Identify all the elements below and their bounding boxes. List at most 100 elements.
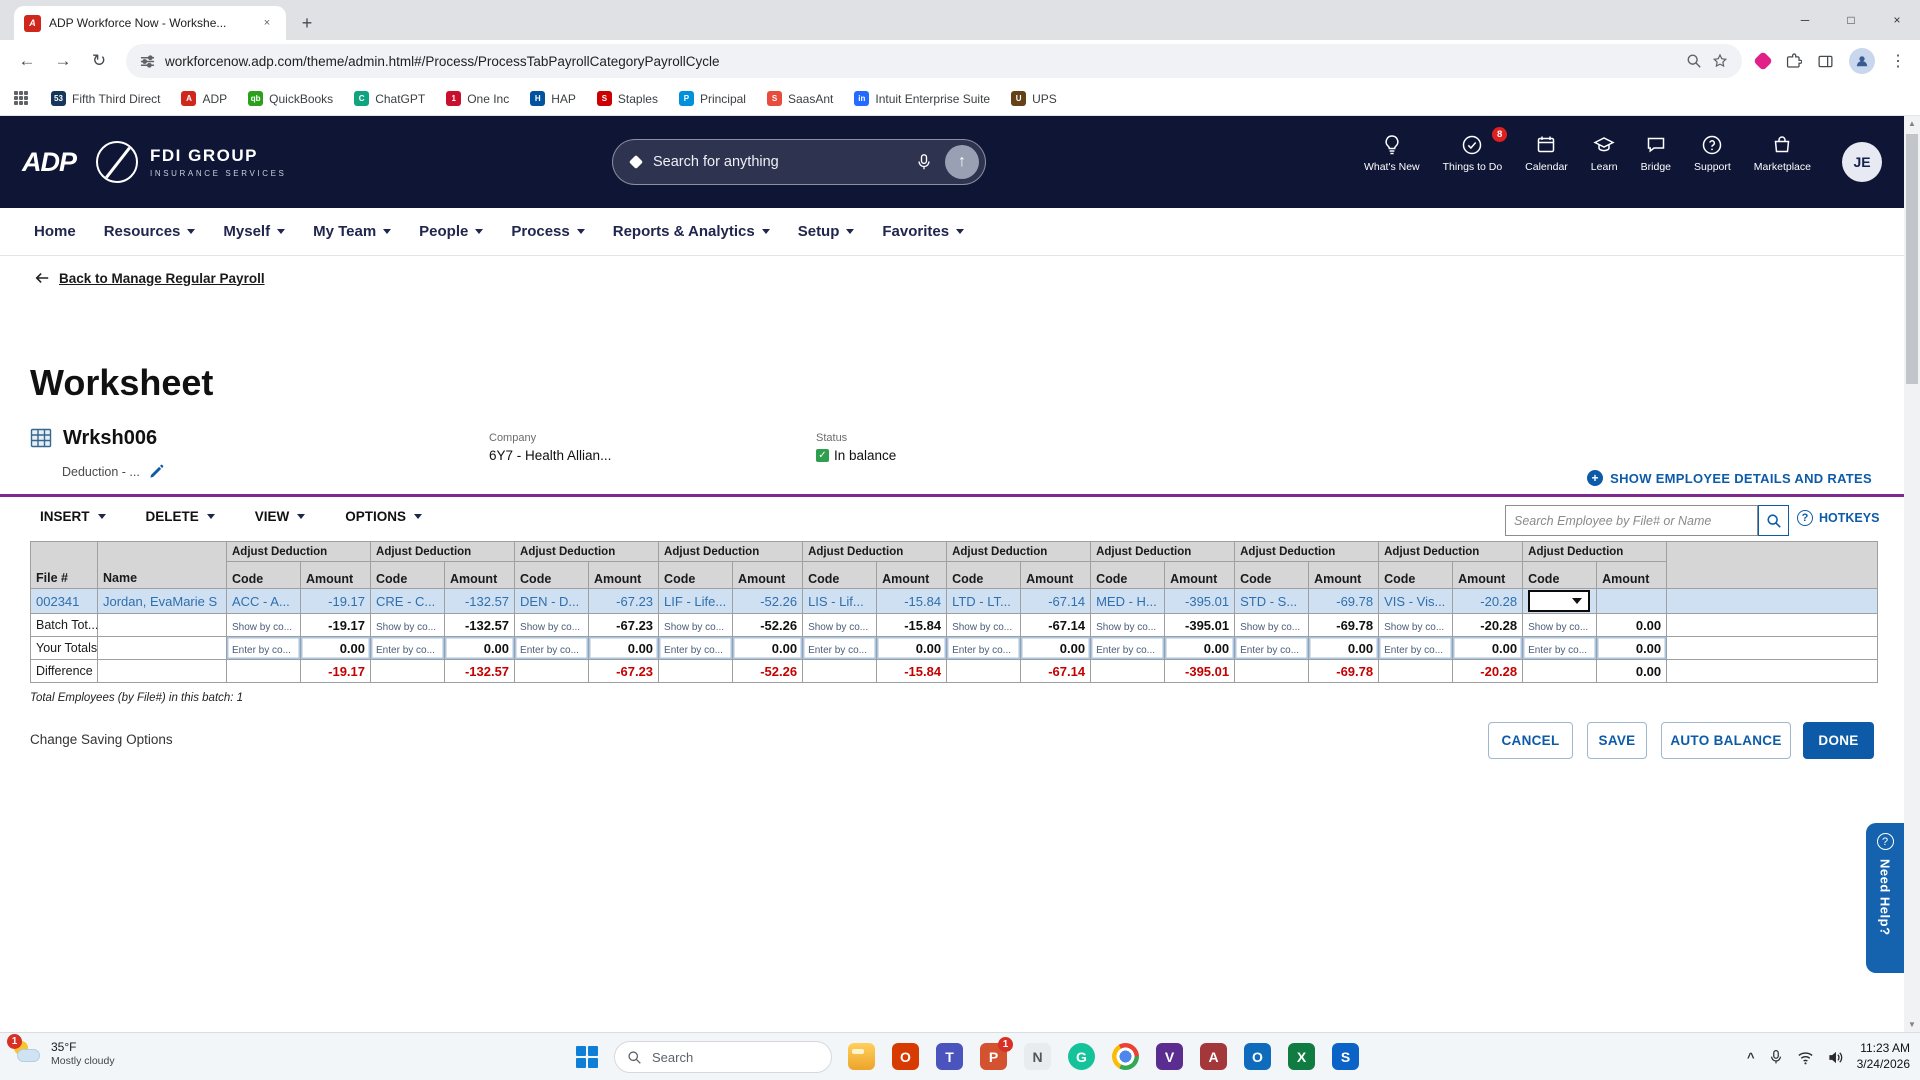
employee-row[interactable]: 002341 Jordan, EvaMarie S ACC - A... -19.17… xyxy=(30,588,1878,614)
deduction-code-cell[interactable]: ACC - A... xyxy=(226,588,301,614)
deduction-amount-cell[interactable]: -132.57 xyxy=(444,588,516,614)
enter-by-code-link[interactable]: Enter by co... xyxy=(520,645,579,656)
browser-menu-icon[interactable]: ⋮ xyxy=(1890,51,1906,71)
done-button[interactable]: DONE xyxy=(1803,722,1874,759)
window-close-button[interactable]: × xyxy=(1874,0,1920,40)
microphone-icon[interactable] xyxy=(915,153,933,171)
learn-button[interactable]: Learn xyxy=(1587,134,1622,173)
url-text[interactable]: workforcenow.adp.com/theme/admin.html#/P… xyxy=(165,54,1676,69)
enter-by-code-cell[interactable]: Enter by co... xyxy=(1522,636,1598,660)
bridge-button[interactable]: Bridge xyxy=(1637,134,1675,173)
new-tab-button[interactable]: + xyxy=(292,8,322,38)
taskbar-app-outlook[interactable]: O xyxy=(1244,1043,1271,1070)
tray-expand-icon[interactable]: ^ xyxy=(1747,1050,1755,1065)
show-by-code-link[interactable]: Show by co... xyxy=(952,622,1012,633)
volume-icon[interactable] xyxy=(1827,1049,1844,1066)
calendar-button[interactable]: Calendar xyxy=(1521,134,1572,173)
scroll-down-arrow[interactable]: ▼ xyxy=(1904,1020,1920,1029)
deduction-code-cell[interactable]: STD - S... xyxy=(1234,588,1310,614)
wifi-icon[interactable] xyxy=(1797,1049,1814,1066)
back-to-payroll-link[interactable]: Back to Manage Regular Payroll xyxy=(34,270,265,286)
taskbar-app-grammarly[interactable]: G xyxy=(1068,1043,1095,1070)
nav-item-setup[interactable]: Setup xyxy=(784,223,869,240)
show-by-code-link[interactable]: Show by co... xyxy=(808,622,868,633)
your-total-amount-input[interactable]: 0.00 xyxy=(1452,636,1524,660)
bookmark-item[interactable]: in Intuit Enterprise Suite xyxy=(854,91,990,106)
tab-close-icon[interactable]: × xyxy=(258,14,276,32)
window-minimize-button[interactable]: ─ xyxy=(1782,0,1828,40)
enter-by-code-link[interactable]: Enter by co... xyxy=(808,645,867,656)
show-by-code-link[interactable]: Show by co... xyxy=(664,622,724,633)
bookmark-star-icon[interactable] xyxy=(1712,53,1728,69)
enter-by-code-cell[interactable]: Enter by co... xyxy=(1234,636,1310,660)
user-avatar[interactable]: JE xyxy=(1842,142,1882,182)
bookmark-item[interactable]: 1 One Inc xyxy=(446,91,509,106)
bookmark-item[interactable]: S SaasAnt xyxy=(766,91,833,106)
enter-by-code-link[interactable]: Enter by co... xyxy=(1240,645,1299,656)
deduction-amount-cell[interactable]: -15.84 xyxy=(876,588,948,614)
adp-logo[interactable]: ADP xyxy=(22,147,77,178)
taskbar-app-excel[interactable]: X xyxy=(1288,1043,1315,1070)
global-search-bar[interactable]: Search for anything ↑ xyxy=(612,139,986,185)
employee-file-number[interactable]: 002341 xyxy=(30,588,98,614)
enter-by-code-cell[interactable]: Enter by co... xyxy=(514,636,590,660)
marketplace-button[interactable]: Marketplace xyxy=(1750,134,1815,173)
show-by-code-link[interactable]: Show by co... xyxy=(520,622,580,633)
nav-item-people[interactable]: People xyxy=(405,223,497,240)
nav-item-favorites[interactable]: Favorites xyxy=(868,223,978,240)
taskbar-app-office[interactable]: O xyxy=(892,1043,919,1070)
enter-by-code-cell[interactable]: Enter by co... xyxy=(658,636,734,660)
start-button[interactable] xyxy=(576,1046,600,1070)
global-search-placeholder[interactable]: Search for anything xyxy=(653,154,903,170)
deduction-amount-cell[interactable]: -19.17 xyxy=(299,588,372,614)
deduction-code-cell[interactable]: LIF - Life... xyxy=(658,588,734,614)
nav-item-reports-analytics[interactable]: Reports & Analytics xyxy=(599,223,784,240)
enter-by-code-cell[interactable]: Enter by co... xyxy=(1378,636,1454,660)
bookmark-item[interactable]: 53 Fifth Third Direct xyxy=(51,91,160,106)
enter-by-code-cell[interactable]: Enter by co... xyxy=(226,636,301,660)
nav-item-resources[interactable]: Resources xyxy=(90,223,210,240)
view-menu-button[interactable]: VIEW xyxy=(249,503,312,530)
apps-grid-icon[interactable] xyxy=(14,90,30,107)
taskbar-app-file-explorer[interactable] xyxy=(848,1043,875,1070)
options-menu-button[interactable]: OPTIONS xyxy=(339,503,428,530)
show-by-code-link[interactable]: Show by co... xyxy=(1240,622,1300,633)
enter-by-code-link[interactable]: Enter by co... xyxy=(1528,645,1587,656)
show-employee-details-link[interactable]: + SHOW EMPLOYEE DETAILS AND RATES xyxy=(1587,470,1872,486)
cancel-button[interactable]: CANCEL xyxy=(1488,722,1573,759)
hotkeys-button[interactable]: ? HOTKEYS xyxy=(1797,510,1879,526)
browser-tab[interactable]: A ADP Workforce Now - Workshe... × xyxy=(14,6,286,40)
deduction-amount-cell[interactable]: -69.78 xyxy=(1308,588,1380,614)
employee-search-button[interactable] xyxy=(1758,505,1789,536)
deduction-amount-cell[interactable]: -67.23 xyxy=(588,588,660,614)
weather-widget[interactable]: 1 35°F Mostly cloudy xyxy=(7,1034,115,1067)
taskbar-clock[interactable]: 11:23 AM 3/24/2026 xyxy=(1857,1041,1910,1072)
enter-by-code-link[interactable]: Enter by co... xyxy=(376,645,435,656)
show-by-code-link[interactable]: Show by co... xyxy=(1384,622,1444,633)
taskbar-app-visual-studio[interactable]: V xyxy=(1156,1043,1183,1070)
deduction-amount-cell[interactable]: -395.01 xyxy=(1164,588,1236,614)
employee-name[interactable]: Jordan, EvaMarie S xyxy=(97,588,227,614)
your-total-amount-input[interactable]: 0.00 xyxy=(1596,636,1668,660)
things-to-do-button[interactable]: 8 Things to Do xyxy=(1439,127,1508,173)
your-total-amount-input[interactable]: 0.00 xyxy=(1164,636,1236,660)
auto-balance-button[interactable]: AUTO BALANCE xyxy=(1661,722,1791,759)
nav-item-my-team[interactable]: My Team xyxy=(299,223,405,240)
extensions-icon[interactable] xyxy=(1785,52,1802,70)
taskbar-app-notepad[interactable]: N xyxy=(1024,1043,1051,1070)
your-total-amount-input[interactable]: 0.00 xyxy=(444,636,516,660)
bookmark-item[interactable]: P Principal xyxy=(678,91,746,106)
change-saving-options-link[interactable]: Change Saving Options xyxy=(30,732,173,747)
nav-item-myself[interactable]: Myself xyxy=(209,223,299,240)
browser-reload-button[interactable]: ↻ xyxy=(82,44,116,78)
your-total-amount-input[interactable]: 0.00 xyxy=(1020,636,1092,660)
browser-back-button[interactable]: ← xyxy=(10,44,44,78)
nav-item-home[interactable]: Home xyxy=(20,223,90,240)
deduction-code-cell[interactable]: LIS - Lif... xyxy=(802,588,878,614)
deduction-amount-cell[interactable]: -20.28 xyxy=(1452,588,1524,614)
enter-by-code-cell[interactable]: Enter by co... xyxy=(370,636,446,660)
deduction-code-cell[interactable]: VIS - Vis... xyxy=(1378,588,1454,614)
save-button[interactable]: SAVE xyxy=(1587,722,1647,759)
deduction-code-dropdown[interactable] xyxy=(1528,590,1591,612)
enter-by-code-cell[interactable]: Enter by co... xyxy=(802,636,878,660)
